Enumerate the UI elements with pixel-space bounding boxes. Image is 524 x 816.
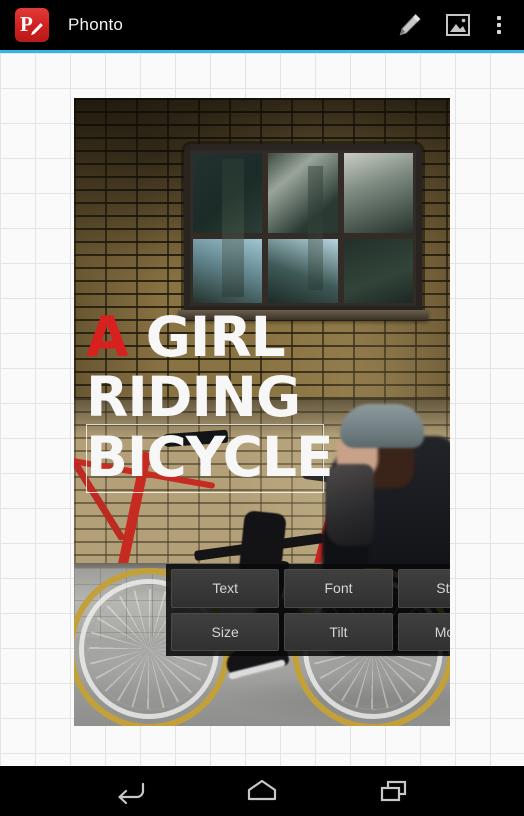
back-arrow-icon [118, 782, 145, 804]
edit-text-icon-button[interactable] [386, 1, 434, 49]
app-bar: P Phonto [0, 0, 524, 50]
recents-button[interactable] [364, 769, 424, 813]
image-icon-button[interactable] [434, 1, 482, 49]
overflow-menu-icon [497, 16, 501, 34]
app-bar-actions [386, 1, 516, 49]
style-button[interactable]: Style [397, 569, 450, 608]
text-tool-panel: Text Font Style Size Tilt Move [166, 564, 450, 656]
size-button[interactable]: Size [171, 612, 280, 651]
person-scarf [326, 464, 374, 546]
back-button[interactable] [100, 769, 160, 813]
photo-canvas[interactable]: A GIRL RIDING BICYCLE Text Font Style Si… [74, 98, 450, 726]
editor-canvas[interactable]: A GIRL RIDING BICYCLE Text Font Style Si… [0, 53, 524, 766]
image-icon [446, 14, 470, 36]
tilt-button[interactable]: Tilt [284, 612, 393, 651]
pencil-icon [31, 23, 43, 36]
person-beanie [340, 404, 424, 448]
window-sill [178, 310, 428, 320]
pencil-icon [399, 13, 421, 36]
page-title: Phonto [68, 15, 124, 34]
font-button[interactable]: Font [284, 569, 393, 608]
window-frame [184, 144, 422, 312]
home-icon [247, 779, 277, 801]
appbar-accent-line [0, 50, 524, 53]
move-button[interactable]: Move [397, 612, 450, 651]
phonto-app-screen: P Phonto A GIRL RIDING BICYCLE Text Font… [0, 0, 524, 816]
recents-icon [380, 780, 407, 802]
text-button[interactable]: Text [171, 569, 280, 608]
home-button[interactable] [232, 769, 292, 813]
phonto-app-icon: P [15, 8, 49, 42]
android-navigation-bar [0, 766, 524, 816]
overflow-menu-button[interactable] [482, 1, 516, 49]
